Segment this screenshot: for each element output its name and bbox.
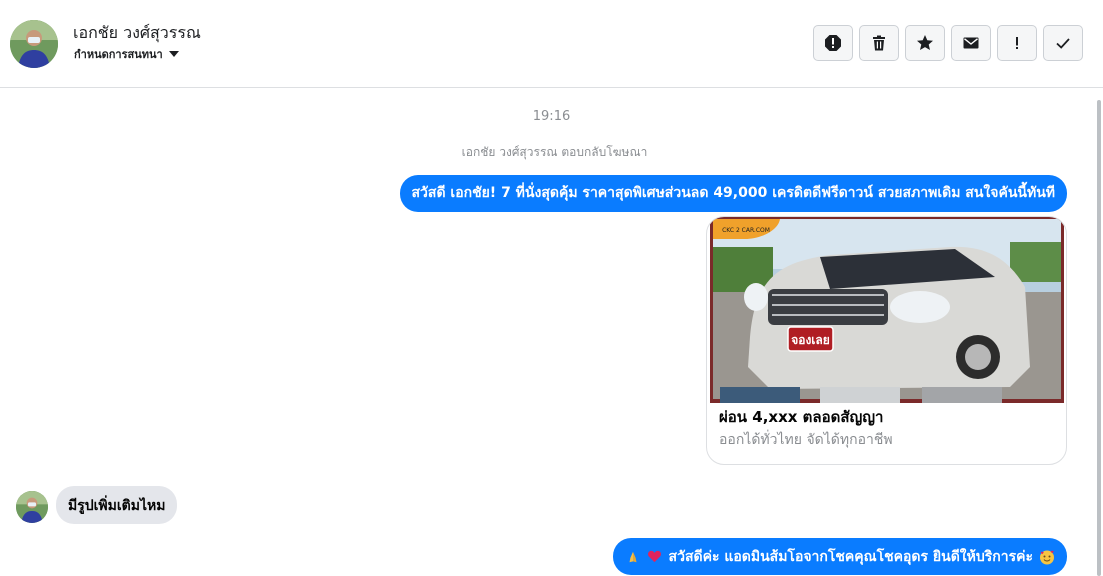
mark-done-button[interactable] <box>1043 25 1083 61</box>
delete-button[interactable] <box>859 25 899 61</box>
message-thread: 19:16 เอกชัย วงศ์สุวรรณ ตอบกลับโฆษณา สวั… <box>0 89 1103 576</box>
contact-avatar[interactable] <box>10 20 58 68</box>
report-button[interactable] <box>813 25 853 61</box>
assign-label: กำหนดการสนทนา <box>74 48 163 61</box>
assign-conversation-dropdown[interactable]: กำหนดการสนทนา <box>74 45 179 63</box>
star-button[interactable] <box>905 25 945 61</box>
caret-down-icon <box>168 51 179 57</box>
envelope-icon <box>963 37 979 49</box>
report-icon <box>825 35 841 51</box>
ad-badge: จองเลย <box>791 333 830 347</box>
ad-card-title: ผ่อน 4,xxx ตลอดสัญญา <box>719 408 884 426</box>
important-button[interactable] <box>997 25 1037 61</box>
ad-reply-notice: เอกชัย วงศ์สุวรรณ ตอบกลับโฆษณา <box>461 145 648 159</box>
conversation-header: เอกชัย วงศ์สุวรรณ กำหนดการสนทนา <box>0 0 1103 88</box>
outgoing-message-bubble[interactable]: สวัสดี เอกชัย! 7 ที่นั่งสุดคุ้ม ราคาสุดพ… <box>399 175 1067 212</box>
outgoing-message-bubble[interactable]: สวัสดีค่ะ แอดมินส้มโอจากโชคคุณโชคอุดร ยิ… <box>612 538 1067 575</box>
mark-unread-button[interactable] <box>951 25 991 61</box>
smiling-face-hearts-emoji <box>1039 549 1055 565</box>
heart-emoji <box>647 549 663 565</box>
ad-card-subtitle: ออกได้ทั่วไทย จัดได้ทุกอาชีพ <box>719 432 893 448</box>
star-icon <box>917 35 933 50</box>
conversation-toolbar <box>813 25 1083 61</box>
exclamation-icon <box>1016 37 1018 49</box>
pray-emoji <box>625 549 641 565</box>
incoming-message-bubble[interactable]: มีรูปเพิ่มเติมไหม <box>56 486 178 524</box>
ad-car-image[interactable]: จองเลย CKC 2 CAR.COM <box>710 217 1064 403</box>
ad-card[interactable]: จองเลย CKC 2 CAR.COM ผ่อน 4,xxx ตลอดสัญญ… <box>706 216 1067 465</box>
ad-logo: CKC 2 CAR.COM <box>722 227 770 234</box>
message-timestamp: 19:16 <box>532 109 571 124</box>
message-text: สวัสดี เอกชัย! 7 ที่นั่งสุดคุ้ม ราคาสุดพ… <box>411 185 1055 201</box>
message-text: สวัสดีค่ะ แอดมินส้มโอจากโชคคุณโชคอุดร ยิ… <box>668 548 1033 565</box>
scrollbar[interactable] <box>1097 100 1101 576</box>
trash-icon <box>873 35 885 51</box>
check-icon <box>1056 38 1070 49</box>
contact-name: เอกชัย วงศ์สุวรรณ <box>73 23 201 42</box>
message-text: มีรูปเพิ่มเติมไหม <box>68 498 166 514</box>
contact-avatar-small[interactable] <box>16 491 48 523</box>
